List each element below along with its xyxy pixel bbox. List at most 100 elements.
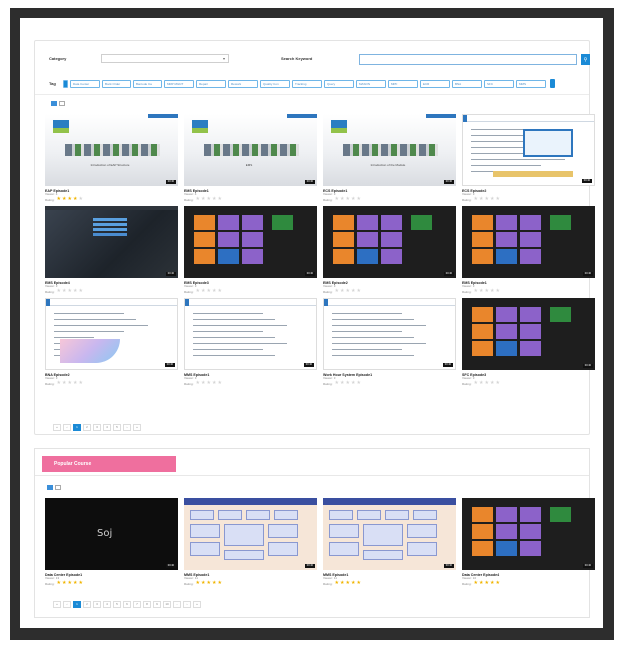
page-button[interactable]: 2 [83, 424, 91, 431]
list-view-icon[interactable] [55, 485, 61, 490]
text-line [193, 349, 263, 350]
tag-chip[interactable]: MPF [388, 79, 418, 88]
grid-view-icon[interactable] [47, 485, 53, 490]
course-card[interactable]: Introduction of EAP Structure 00:40 EAP Ep… [45, 114, 178, 202]
course-card[interactable]: 00:40 MMS Episode1 Viewer: 11 Rating: ★ ★ ★ ★ ★ [184, 498, 317, 586]
page-button[interactable]: 5 [113, 601, 121, 608]
course-card[interactable]: 00:40 ECS Episode2 Viewer: 3 Rating: ★ ★ ★ ★ ★ [462, 114, 595, 202]
course-card[interactable]: 00:40 MMS Episode1 Viewer: 3 Rating: ★ ★ ★ ★ ★ [184, 298, 317, 386]
course-card[interactable]: 00:40 EMS Episode1 Viewer: 3 Rating: ★ ★ ★ ★ ★ [462, 206, 595, 294]
page-button[interactable]: 3 [93, 601, 101, 608]
search-label: Search Keyword [281, 56, 313, 61]
app-tile [472, 524, 493, 539]
rating-label: Rating: [323, 289, 333, 294]
tag-chip[interactable]: Quality Con [260, 79, 290, 88]
tag-chip[interactable]: MRP MGNT [164, 79, 194, 88]
page-button[interactable]: ‹ [63, 601, 71, 608]
page-button[interactable]: 3 [93, 424, 101, 431]
diagram-box [190, 510, 214, 520]
course-thumbnail[interactable]: 00:40 [184, 498, 317, 570]
tag-chip[interactable]: MASON [356, 79, 386, 88]
rating-label: Rating: [462, 581, 472, 586]
search-input[interactable] [359, 54, 577, 65]
app-tile [472, 307, 493, 322]
page-button[interactable]: 6 [123, 601, 131, 608]
tag-chip[interactable]: BNA [452, 79, 482, 88]
tag-scroll-button[interactable] [550, 79, 555, 88]
text-line [332, 331, 402, 332]
course-thumbnail[interactable]: 00:40 [45, 206, 178, 278]
course-card[interactable]: 00:40 SFC Episode3 Viewer: 3 Rating: ★ ★ ★ ★ ★ [462, 298, 595, 386]
course-thumbnail[interactable]: 00:40 [462, 498, 595, 570]
page-button[interactable]: ... [173, 601, 181, 608]
star-icon: ★ [195, 196, 200, 202]
category-select[interactable]: ▾ [101, 54, 229, 63]
tag-chip[interactable]: Data Center [70, 79, 100, 88]
course-card[interactable]: EMS 00:40 EMS Episode1 Viewer: 4 Rating: ★ ★ ★ ★… [184, 114, 317, 202]
course-card[interactable]: 00:40 EMS Episode4 Viewer: 3 Rating: ★ ★ ★ ★ ★ [45, 206, 178, 294]
course-card[interactable]: Soj 00:40 Data Center Episode1 Viewer: 13 Ra… [45, 498, 178, 586]
app-tile [550, 307, 571, 322]
page-button[interactable]: » [133, 424, 141, 431]
course-thumbnail[interactable]: 00:40 [184, 206, 317, 278]
course-card[interactable]: Introduction of the Module 00:40 ECS Episo… [323, 114, 456, 202]
star-icon: ★ [489, 380, 495, 386]
page-button[interactable]: 2 [83, 601, 91, 608]
tag-chip[interactable]: Barcode Ca [133, 79, 162, 88]
tag-chip[interactable]: SFC [484, 79, 514, 88]
tag-chip[interactable]: Repair [196, 79, 226, 88]
tag-chip[interactable]: Rework [228, 79, 258, 88]
page-button[interactable]: « [53, 424, 61, 431]
course-thumbnail[interactable]: Introduction of EAP Structure 00:40 [45, 114, 178, 186]
page-button[interactable]: » [193, 601, 201, 608]
page-button[interactable]: 4 [103, 424, 111, 431]
pagination: «‹ 1 2 3 4 5 ›» [53, 424, 141, 431]
course-thumbnail[interactable]: 00:40 [323, 298, 456, 370]
page-button[interactable]: 5 [113, 424, 121, 431]
course-card[interactable]: 00:40 EMS Episode3 Viewer: 3 Rating: ★ ★ ★ ★ ★ [184, 206, 317, 294]
course-card[interactable]: 00:40 Work Hour System Episode1 Viewer: 3R… [323, 298, 456, 386]
diagram-box [246, 510, 270, 520]
course-thumbnail[interactable]: 00:40 [462, 206, 595, 278]
page-button[interactable]: 9 [153, 601, 161, 608]
app-tile [520, 232, 541, 247]
course-thumbnail[interactable]: 00:40 [45, 298, 178, 370]
course-card[interactable]: 00:40 MMS Episode1 Viewer: 11 Rating: ★ ★ ★ ★ ★ [323, 498, 456, 586]
course-card[interactable]: 00:40 EMS Episode2 Viewer: 3 Rating: ★ ★ ★ ★ ★ [323, 206, 456, 294]
course-thumbnail[interactable]: 00:40 [462, 114, 595, 186]
tag-chip[interactable]: Bock Order [102, 79, 131, 88]
tag-chip[interactable]: MMS [516, 79, 546, 88]
search-button[interactable]: ⚲ [581, 54, 590, 65]
page-button[interactable]: 10 [163, 601, 171, 608]
page-button[interactable]: › [183, 601, 191, 608]
tag-chip[interactable]: Tracking [292, 79, 322, 88]
grid-view-icon[interactable] [51, 101, 57, 106]
course-thumbnail[interactable]: 00:40 [184, 298, 317, 370]
page-button[interactable]: › [123, 424, 131, 431]
course-thumbnail[interactable]: EMS 00:40 [184, 114, 317, 186]
list-view-icon[interactable] [59, 101, 65, 106]
filter-bar: Category ▾ Search Keyword ⚲ Tag Data Cen… [35, 41, 590, 95]
course-card[interactable]: 00:40 BNA Episode2 Viewer: 3 Rating: ★ ★ ★ ★ ★ [45, 298, 178, 386]
page-button[interactable]: 1 [73, 601, 81, 608]
course-thumbnail[interactable]: Introduction of the Module 00:40 [323, 114, 456, 186]
course-card[interactable]: 00:40 Data Center Episode4 Viewer: 10 Ratin… [462, 498, 595, 586]
course-thumbnail[interactable]: 00:40 [462, 298, 595, 370]
page-button[interactable]: 1 [73, 424, 81, 431]
star-icon: ★ [206, 580, 211, 586]
page-button[interactable]: « [53, 601, 61, 608]
rating-label: Rating: [462, 289, 472, 294]
tag-chip[interactable]: ECR [420, 79, 450, 88]
page-button[interactable]: 7 [133, 601, 141, 608]
app-tile [411, 215, 432, 230]
tag-chip[interactable]: Query [324, 79, 354, 88]
course-thumbnail[interactable]: 00:40 [323, 498, 456, 570]
page-button[interactable]: ‹ [63, 424, 71, 431]
course-thumbnail[interactable]: 00:40 [323, 206, 456, 278]
page-button[interactable]: 4 [103, 601, 111, 608]
rating-stars: ★ ★ ★ ★ ★ [196, 289, 222, 294]
rating-label: Rating: [323, 197, 333, 202]
course-thumbnail[interactable]: Soj 00:40 [45, 498, 178, 570]
page-button[interactable]: 8 [143, 601, 151, 608]
tag-selected-indicator[interactable] [63, 79, 68, 88]
